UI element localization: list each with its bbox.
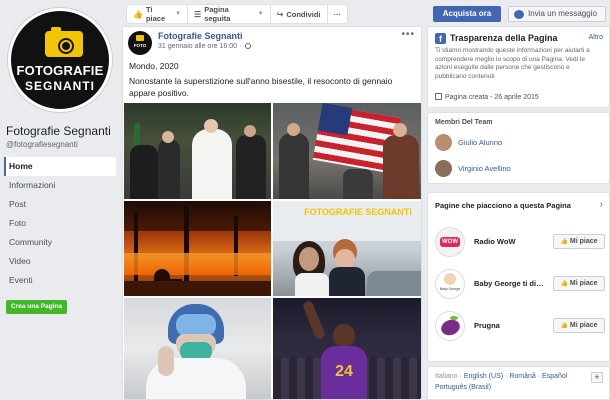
page-nav: Home Informazioni Post Foto Community Vi… xyxy=(4,157,116,290)
follow-page-label: Pagina seguita xyxy=(204,5,231,23)
page-handle[interactable]: @fotografiesegnanti xyxy=(6,140,78,149)
chevron-right-icon[interactable]: › xyxy=(600,199,603,210)
avatar xyxy=(435,159,452,177)
post-photo-3[interactable] xyxy=(124,201,271,296)
prugna-logo[interactable] xyxy=(435,311,465,341)
nav-item-eventi[interactable]: Eventi xyxy=(4,271,116,290)
more-options-button[interactable]: ··· xyxy=(328,5,348,23)
nav-item-post[interactable]: Post xyxy=(4,195,116,214)
liked-pages-title[interactable]: Pagine che piacciono a questa Pagina xyxy=(435,201,571,210)
like-page-button[interactable]: 👍 Mi piace xyxy=(553,234,605,249)
nav-item-community[interactable]: Community xyxy=(4,233,116,252)
buy-now-button[interactable]: Acquista ora xyxy=(433,6,501,22)
post-card: Fotografie Segnanti 31 gennaio alle ore … xyxy=(122,26,422,400)
page-title[interactable]: Fotografie Segnanti xyxy=(6,124,111,138)
language-link[interactable]: Español xyxy=(542,373,567,380)
post-author-avatar[interactable] xyxy=(128,31,152,55)
share-icon: ↪ xyxy=(276,9,284,19)
like-page-label: Mi piace xyxy=(569,238,598,245)
logo-text-line1: FOTOGRAFIE xyxy=(16,63,104,78)
post-timestamp[interactable]: 31 gennaio alle ore 16:00 · xyxy=(158,43,252,50)
flag-icon xyxy=(435,93,442,100)
radio-wow-logo-text: WOW xyxy=(440,237,460,247)
page-profile-picture[interactable]: FOTOGRAFIE SEGNANTI xyxy=(8,8,112,112)
add-language-button[interactable]: + xyxy=(591,372,603,383)
logo-text-line2: SEGNANTI xyxy=(24,79,95,93)
language-link[interactable]: English (US) xyxy=(464,373,503,380)
like-page-button[interactable]: 👍 Mi piace xyxy=(553,318,605,333)
camera-logo-icon xyxy=(45,27,83,57)
team-member[interactable]: Virginio Avellino xyxy=(435,159,511,177)
post-photo-1[interactable] xyxy=(124,103,271,199)
page-action-bar: 👍 Ti piace ▼ ☰ Pagina seguita ▼ ↪ Condiv… xyxy=(126,4,348,24)
liked-page-item: WOW Radio WoW 👍 Mi piace xyxy=(435,227,605,257)
baby-george-logo-text: Baby George xyxy=(439,287,461,291)
liked-page-item: Baby George Baby George ti di… 👍 Mi piace xyxy=(435,269,605,299)
thumbs-up-icon: 👍 xyxy=(560,239,568,245)
team-member-name: Virginio Avellino xyxy=(458,163,511,173)
like-page-label: Ti piace xyxy=(145,5,166,23)
page-created-date: Pagina creata - 26 aprile 2015 xyxy=(435,93,539,101)
liked-pages-card: Pagine che piacciono a questa Pagina › W… xyxy=(427,192,610,362)
post-text-line1: Mondo, 2020 xyxy=(129,61,179,71)
globe-icon xyxy=(245,43,252,49)
rss-icon: ☰ xyxy=(194,9,202,19)
left-sidebar: FOTOGRAFIE SEGNANTI Fotografie Segnanti … xyxy=(0,0,120,400)
language-selector: Italiano · English (US) · Română · Españ… xyxy=(427,366,610,400)
post-options-button[interactable]: ••• xyxy=(401,29,415,40)
nav-item-informazioni[interactable]: Informazioni xyxy=(4,176,116,195)
thumbs-up-icon: 👍 xyxy=(560,281,568,287)
send-message-button[interactable]: Invia un messaggio xyxy=(508,6,606,22)
photo-watermark: FOTOGRAFIE SEGNANTI xyxy=(304,207,412,217)
post-photo-4[interactable]: FOTOGRAFIE SEGNANTI xyxy=(273,201,421,296)
thumbs-up-icon: 👍 xyxy=(133,9,143,19)
language-row: Italiano · English (US) · Română · Españ… xyxy=(435,373,568,380)
share-button[interactable]: ↪ Condividi xyxy=(271,5,328,23)
messenger-icon xyxy=(514,9,524,19)
create-page-button[interactable]: Crea una Pagina xyxy=(6,300,67,314)
share-label: Condividi xyxy=(286,9,321,19)
nav-item-home[interactable]: Home xyxy=(4,157,116,176)
post-photo-2[interactable] xyxy=(273,103,421,199)
baby-george-logo[interactable]: Baby George xyxy=(435,269,465,299)
chevron-down-icon: ▼ xyxy=(175,11,182,17)
transparency-description: Ti stiamo mostrando queste informazioni … xyxy=(435,47,590,80)
team-title: Membri Del Team xyxy=(435,119,493,126)
radio-wow-logo[interactable]: WOW xyxy=(435,227,465,257)
chevron-down-icon: ▼ xyxy=(257,11,264,17)
facebook-icon: f xyxy=(435,33,446,44)
post-author-name[interactable]: Fotografie Segnanti xyxy=(158,31,243,41)
team-members-card: Membri Del Team Giulio Alunno Virginio A… xyxy=(427,112,610,184)
like-page-button[interactable]: 👍 Mi piace xyxy=(553,276,605,291)
page-transparency-card: f Trasparenza della Pagina Altro Ti stia… xyxy=(427,26,610,108)
like-page-label: Mi piace xyxy=(569,280,598,287)
liked-page-name[interactable]: Baby George ti di… xyxy=(474,279,554,288)
thumbs-up-icon: 👍 xyxy=(560,323,568,329)
current-language: Italiano xyxy=(435,373,458,380)
avatar xyxy=(435,133,452,151)
language-link[interactable]: Português (Brasil) xyxy=(435,384,491,391)
post-photo-5[interactable] xyxy=(124,298,271,399)
like-page-button[interactable]: 👍 Ti piace ▼ xyxy=(127,5,189,23)
jersey-number: 24 xyxy=(335,363,353,380)
nav-item-video[interactable]: Video xyxy=(4,252,116,271)
liked-page-name[interactable]: Radio WoW xyxy=(474,237,554,246)
page-created-text: Pagina creata - 26 aprile 2015 xyxy=(445,94,539,101)
team-member[interactable]: Giulio Alunno xyxy=(435,133,502,151)
transparency-title: Trasparenza della Pagina xyxy=(450,33,558,43)
send-message-label: Invia un messaggio xyxy=(528,9,597,18)
post-timestamp-text: 31 gennaio alle ore 16:00 · xyxy=(158,43,242,50)
post-text-line2: Nonostante la superstizione sull'anno bi… xyxy=(129,76,393,98)
transparency-more-link[interactable]: Altro xyxy=(589,34,603,41)
nav-item-foto[interactable]: Foto xyxy=(4,214,116,233)
post-photo-6[interactable]: 24 xyxy=(273,298,421,399)
language-link[interactable]: Română xyxy=(509,373,535,380)
liked-page-name[interactable]: Prugna xyxy=(474,321,554,330)
like-page-label: Mi piace xyxy=(569,322,598,329)
team-member-name: Giulio Alunno xyxy=(458,137,503,147)
liked-page-item: Prugna 👍 Mi piace xyxy=(435,311,605,341)
follow-page-button[interactable]: ☰ Pagina seguita ▼ xyxy=(188,5,271,23)
